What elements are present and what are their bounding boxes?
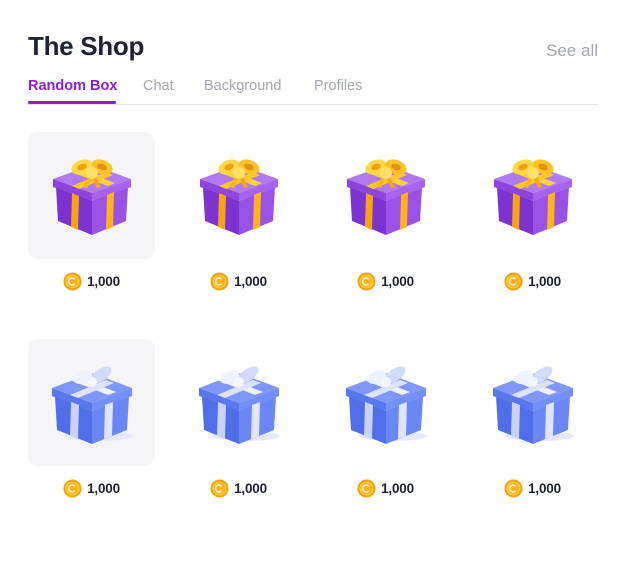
shop-item-blue-box-4[interactable]: 1,000 [469,339,596,514]
shop-header: The Shop See all [28,30,598,62]
shop-item-purple-box-4[interactable]: 1,000 [469,132,596,307]
tab-background[interactable]: Background [204,76,281,96]
price-amount: 1,000 [87,480,120,496]
blue-gift-box-icon [196,360,282,446]
item-price: 1,000 [469,270,596,292]
coin-icon [210,479,229,498]
page-title: The Shop [28,31,145,61]
item-tile [322,339,449,466]
blue-gift-box-icon [49,360,135,446]
price-amount: 1,000 [528,480,561,496]
blue-gift-box-icon [490,360,576,446]
coin-icon [504,479,523,498]
tab-random-box[interactable]: Random Box [28,76,117,96]
item-price: 1,000 [28,477,155,499]
shop-item-purple-box-2[interactable]: 1,000 [175,132,302,307]
purple-gift-box-icon [343,153,429,239]
item-price: 1,000 [322,270,449,292]
coin-icon [210,272,229,291]
price-amount: 1,000 [234,273,267,289]
item-price: 1,000 [322,477,449,499]
shop-item-purple-box-1[interactable]: 1,000 [28,132,155,307]
shop-item-blue-box-3[interactable]: 1,000 [322,339,449,514]
coin-icon [504,272,523,291]
blue-gift-box-icon [343,360,429,446]
active-tab-indicator [28,101,116,104]
shop-item-purple-box-3[interactable]: 1,000 [322,132,449,307]
item-tile [322,132,449,259]
coin-icon [63,479,82,498]
price-amount: 1,000 [234,480,267,496]
item-price: 1,000 [469,477,596,499]
tab-chat[interactable]: Chat [143,76,174,96]
item-tile [28,339,155,466]
item-tile [175,132,302,259]
shop-item-blue-box-1[interactable]: 1,000 [28,339,155,514]
item-price: 1,000 [175,477,302,499]
price-amount: 1,000 [528,273,561,289]
shop-item-blue-box-2[interactable]: 1,000 [175,339,302,514]
purple-gift-box-icon [196,153,282,239]
shop-tabs: Random Box Chat Background Profiles [28,76,598,105]
coin-icon [63,272,82,291]
item-price: 1,000 [28,270,155,292]
purple-gift-box-icon [49,153,135,239]
item-tile [469,339,596,466]
see-all-link[interactable]: See all [546,40,598,62]
purple-gift-box-icon [490,153,576,239]
price-amount: 1,000 [381,480,414,496]
item-price: 1,000 [175,270,302,292]
tab-profiles[interactable]: Profiles [314,76,362,96]
item-tile [175,339,302,466]
item-tile [469,132,596,259]
coin-icon [357,272,376,291]
price-amount: 1,000 [381,273,414,289]
item-tile [28,132,155,259]
coin-icon [357,479,376,498]
price-amount: 1,000 [87,273,120,289]
